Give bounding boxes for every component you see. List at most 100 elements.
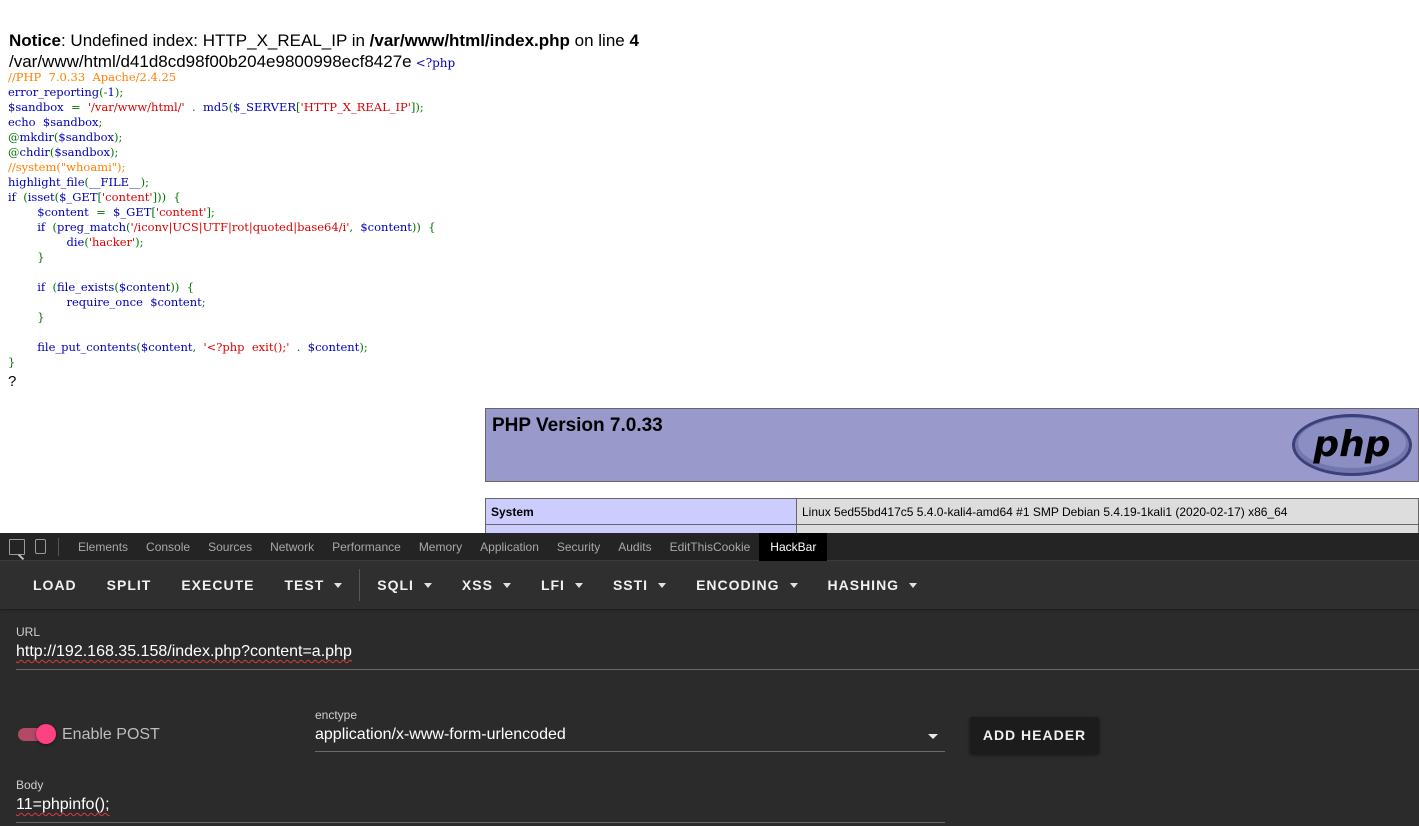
chevron-down-icon[interactable] (928, 734, 938, 739)
table-row: System Linux 5ed55bd417c5 5.4.0-kali4-am… (485, 498, 1419, 525)
hashing-menu-button[interactable]: HASHING (813, 561, 933, 609)
tab-console[interactable]: Console (137, 533, 199, 561)
chevron-down-icon (574, 582, 583, 588)
xss-menu-button[interactable]: XSS (447, 561, 526, 609)
code-line: @mkdir($sandbox); (8, 130, 123, 144)
code-line: highlight_file(__FILE__); (8, 175, 149, 189)
url-label: URL (16, 625, 41, 639)
code-line: file_put_contents($content, '<?php exit(… (37, 340, 368, 354)
enable-post-label[interactable]: Enable POST (62, 726, 160, 744)
browser-page: Notice: Undefined index: HTTP_X_REAL_IP … (0, 0, 1419, 533)
phpinfo-table: System Linux 5ed55bd417c5 5.4.0-kali4-am… (485, 498, 1419, 533)
url-text: http://192.168.35.158/index.php?content=… (16, 643, 352, 660)
code-line: } (37, 310, 45, 324)
code-line: } (8, 355, 16, 369)
notice-line: 4 (629, 31, 639, 50)
notice-label: Notice (9, 31, 61, 50)
execute-button[interactable]: EXECUTE (166, 561, 269, 609)
tab-memory[interactable]: Memory (410, 533, 471, 561)
notice-online: on line (569, 31, 630, 50)
phpinfo-value: Dec 29 2018 06:34:12 (796, 524, 1419, 533)
devtools-panel: Elements Console Sources Network Perform… (0, 532, 1419, 826)
notice-text: : Undefined index: HTTP_X_REAL_IP in (60, 31, 370, 50)
phpinfo-key: System (485, 498, 797, 525)
load-button[interactable]: LOAD (18, 561, 92, 609)
tab-security[interactable]: Security (548, 533, 609, 561)
php-logo-icon: php (1292, 414, 1412, 476)
tab-hackbar[interactable]: HackBar (759, 532, 828, 561)
code-line: if (preg_match('/iconv|UCS|UTF|rot|quote… (37, 220, 436, 234)
tabbar-divider (58, 537, 59, 556)
trailing-text: ? (8, 373, 17, 390)
encoding-label: ENCODING (696, 577, 780, 593)
php-notice: Notice: Undefined index: HTTP_X_REAL_IP … (9, 31, 639, 51)
device-toolbar-icon[interactable] (35, 539, 46, 554)
load-label: LOAD (33, 577, 77, 593)
ssti-label: SSTI (612, 577, 649, 593)
highlighted-source: //PHP 7.0.33 Apache/2.4.25 error_reportin… (8, 70, 436, 370)
execute-label: EXECUTE (181, 577, 255, 593)
phpinfo-value: Linux 5ed55bd417c5 5.4.0-kali4-amd64 #1 … (796, 498, 1419, 525)
chevron-down-icon (502, 582, 511, 588)
code-line: if (isset($_GET['content'])) { (8, 190, 181, 204)
split-button[interactable]: SPLIT (92, 561, 167, 609)
add-header-button[interactable]: ADD HEADER (970, 717, 1099, 754)
tab-sources[interactable]: Sources (199, 533, 261, 561)
tab-audits[interactable]: Audits (609, 533, 660, 561)
split-label: SPLIT (106, 577, 152, 593)
chevron-down-icon (909, 582, 918, 588)
code-line: $content = $_GET['content']; (8, 205, 215, 219)
chevron-down-icon (423, 582, 432, 588)
code-line: echo $sandbox; (8, 115, 103, 129)
code-line: require_once $content; (66, 295, 206, 309)
body-label: Body (16, 778, 44, 792)
chevron-down-icon (789, 582, 798, 588)
tab-elements[interactable]: Elements (69, 533, 137, 561)
enable-post-toggle[interactable] (18, 724, 56, 744)
lfi-label: LFI (540, 577, 565, 593)
code-line: @chdir($sandbox); (8, 145, 119, 159)
code-line: if (file_exists($content)) { (37, 280, 195, 294)
url-input[interactable]: http://192.168.35.158/index.php?content=… (16, 643, 352, 661)
ssti-menu-button[interactable]: SSTI (598, 561, 681, 609)
hashing-label: HASHING (827, 577, 900, 593)
inspect-element-icon[interactable] (9, 538, 25, 555)
url-underline (16, 669, 1419, 670)
code-line: //PHP 7.0.33 Apache/2.4.25 (8, 70, 177, 84)
code-line: error_reporting(-1); (8, 85, 124, 99)
body-text: 11=phpinfo(); (16, 796, 110, 813)
php-open-tag: <?php (415, 56, 456, 70)
code-line: } (37, 250, 45, 264)
enctype-label: enctype (315, 708, 358, 722)
xss-label: XSS (461, 577, 493, 593)
devtools-tabbar: Elements Console Sources Network Perform… (0, 532, 1419, 561)
phpinfo-header: PHP Version 7.0.33 php (485, 408, 1419, 482)
sandbox-output: /var/www/html/d41d8cd98f00b204e9800998ec… (9, 52, 455, 72)
tab-network[interactable]: Network (261, 533, 323, 561)
test-menu-button[interactable]: TEST (269, 561, 357, 609)
test-label: TEST (284, 577, 325, 593)
enctype-underline (315, 751, 945, 752)
php-logo-text: php (1312, 424, 1390, 465)
sqli-menu-button[interactable]: SQLI (362, 561, 447, 609)
body-underline (16, 822, 945, 823)
phpinfo-title: PHP Version 7.0.33 (492, 415, 663, 436)
tab-performance[interactable]: Performance (323, 533, 410, 561)
tab-application[interactable]: Application (471, 533, 548, 561)
encoding-menu-button[interactable]: ENCODING (681, 561, 812, 609)
hackbar-toolbar: LOAD SPLIT EXECUTE TEST SQLI XSS LFI SST… (0, 561, 1419, 609)
body-input[interactable]: 11=phpinfo(); (16, 796, 110, 814)
chevron-down-icon (334, 582, 343, 588)
tab-editthiscookie[interactable]: EditThisCookie (661, 533, 760, 561)
phpinfo-output: PHP Version 7.0.33 php System Linux 5ed5… (485, 408, 1419, 533)
toolbar-divider (359, 569, 361, 601)
notice-file: /var/www/html/index.php (369, 31, 570, 50)
code-line: $sandbox = '/var/www/html/' . md5($_SERV… (8, 100, 424, 114)
enctype-select[interactable]: application/x-www-form-urlencoded (315, 726, 566, 744)
toggle-knob (36, 724, 56, 744)
code-line: die('hacker'); (66, 235, 144, 249)
lfi-menu-button[interactable]: LFI (526, 561, 598, 609)
sqli-label: SQLI (377, 577, 414, 593)
